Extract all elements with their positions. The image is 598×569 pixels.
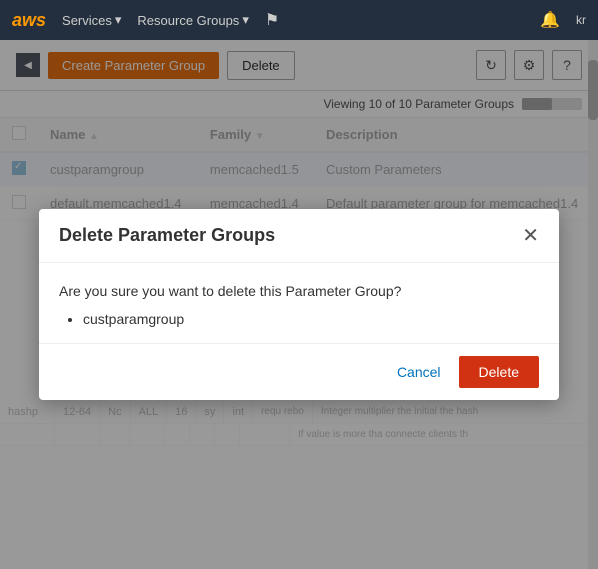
modal-header: Delete Parameter Groups ✕ [39, 209, 559, 263]
nav-resource-groups-label: Resource Groups [137, 13, 239, 28]
aws-logo: aws [12, 10, 46, 31]
modal-footer: Cancel Delete [39, 343, 559, 400]
delete-modal: Delete Parameter Groups ✕ Are you sure y… [39, 209, 559, 400]
list-item: custparamgroup [83, 311, 539, 327]
modal-item-list: custparamgroup [83, 311, 539, 327]
modal-body: Are you sure you want to delete this Par… [39, 263, 559, 343]
nav-services[interactable]: Services ▾ [62, 12, 121, 28]
nav-resource-groups-chevron: ▾ [242, 12, 249, 28]
bell-icon[interactable]: 🔔 [540, 10, 560, 30]
user-menu[interactable]: kr [576, 13, 586, 27]
aws-logo-text: aws [12, 10, 46, 31]
modal-title: Delete Parameter Groups [59, 225, 275, 246]
top-nav: aws Services ▾ Resource Groups ▾ ⚑ 🔔 kr [0, 0, 598, 40]
cancel-button[interactable]: Cancel [389, 360, 449, 384]
nav-services-chevron: ▾ [115, 12, 122, 28]
modal-body-text: Are you sure you want to delete this Par… [59, 283, 539, 299]
bookmark-icon[interactable]: ⚑ [265, 10, 279, 30]
modal-close-button[interactable]: ✕ [522, 226, 539, 246]
delete-confirm-button[interactable]: Delete [459, 356, 539, 388]
modal-overlay: Delete Parameter Groups ✕ Are you sure y… [0, 40, 598, 569]
nav-services-label: Services [62, 13, 112, 28]
content-area: ◀ Create Parameter Group Delete ↻ ⚙ ? Vi… [0, 40, 598, 569]
nav-resource-groups[interactable]: Resource Groups ▾ [137, 12, 248, 28]
